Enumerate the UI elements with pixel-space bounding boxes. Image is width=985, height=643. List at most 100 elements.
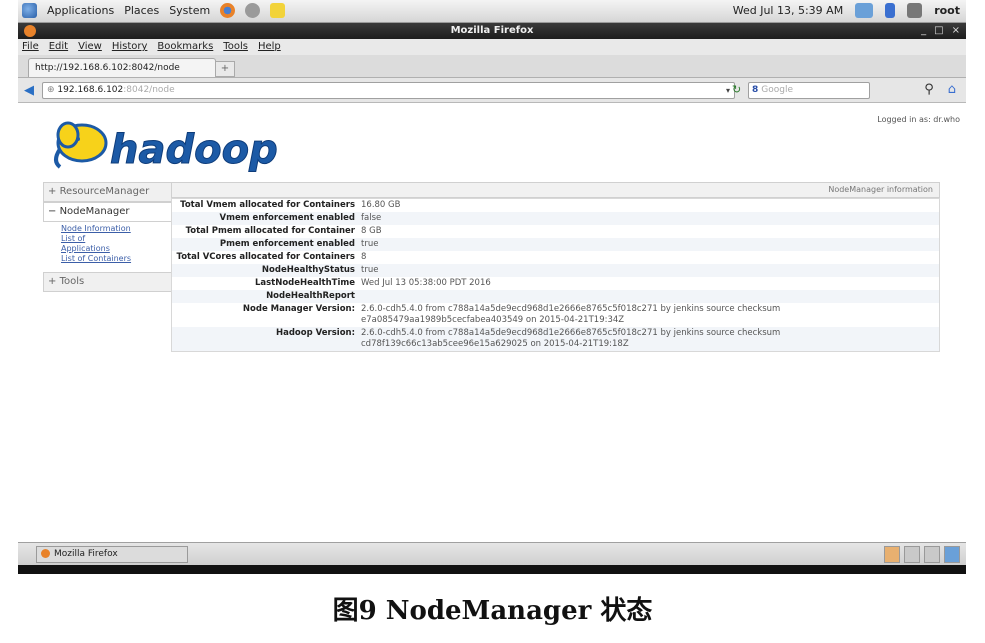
bottom-taskbar: Mozilla Firefox <box>18 542 966 565</box>
search-placeholder: Google <box>761 85 794 95</box>
table-row: NodeHealthReport <box>171 290 940 303</box>
menu-history[interactable]: History <box>112 39 148 55</box>
link-applications[interactable]: Applications <box>61 244 180 254</box>
menu-view[interactable]: View <box>78 39 102 55</box>
window-titlebar[interactable]: Mozilla Firefox _ □ × <box>18 23 966 39</box>
row-value: Wed Jul 13 05:38:00 PDT 2016 <box>361 278 491 288</box>
row-key: LastNodeHealthTime <box>254 278 355 288</box>
row-key: Total Pmem allocated for Container <box>185 226 355 236</box>
trash-icon[interactable] <box>944 546 960 563</box>
logged-in-user: Logged in as: dr.who <box>877 115 960 124</box>
close-icon[interactable]: × <box>952 23 960 39</box>
table-row: Total Vmem allocated for Containers 16.80… <box>171 198 940 212</box>
sidebar-item-tools[interactable]: + Tools <box>43 272 180 292</box>
update-icon[interactable] <box>885 3 896 18</box>
settings-launcher-icon[interactable] <box>245 3 261 18</box>
tray-icon[interactable] <box>884 546 900 563</box>
notes-launcher-icon[interactable] <box>270 3 286 18</box>
info-table: Total Vmem allocated for Containers 16.80… <box>171 198 940 352</box>
sidebar-item-label: ResourceManager <box>59 186 150 197</box>
logo-text: hadoop <box>110 127 278 173</box>
row-value: 8 GB <box>361 226 382 236</box>
row-key: Node Manager Version: <box>242 304 355 314</box>
workspace-1[interactable] <box>904 546 920 563</box>
reload-icon[interactable]: ↻ <box>732 83 741 96</box>
task-label: Mozilla Firefox <box>54 549 118 559</box>
back-arrow-icon[interactable]: ◀ <box>24 83 34 98</box>
panel-title: NodeManager information <box>171 182 940 198</box>
menu-bar: File Edit View History Bookmarks Tools H… <box>18 39 966 55</box>
row-key: NodeHealthyStatus <box>261 265 355 275</box>
row-key: Total Vmem allocated for Containers <box>180 200 355 210</box>
menu-system[interactable]: System <box>169 4 210 17</box>
search-engine-icon[interactable]: 8 <box>749 83 761 98</box>
sidebar: + ResourceManager − NodeManager Node Inf… <box>43 182 180 292</box>
expand-icon: + <box>48 276 60 287</box>
table-row: Total Pmem allocated for Container 8 GB <box>171 225 940 238</box>
link-node-information[interactable]: Node Information <box>61 224 180 234</box>
menu-tools[interactable]: Tools <box>223 39 248 55</box>
menu-applications[interactable]: Applications <box>47 4 114 17</box>
sidebar-item-nodemanager[interactable]: − NodeManager <box>43 202 180 222</box>
page-content: hadoop Logged in as: dr.who + ResourceMa… <box>18 103 966 542</box>
table-row: Hadoop Version: 2.6.0-cdh5.4.0 from c788a… <box>171 327 940 352</box>
nodemanager-links: Node Information List of Applications Li… <box>43 222 180 272</box>
workspace-switcher <box>884 546 960 563</box>
table-row: Pmem enforcement enabled true <box>171 238 940 251</box>
link-list-of-containers[interactable]: List of Containers <box>61 254 180 264</box>
tab-node[interactable]: http://192.168.6.102:8042/node <box>28 58 216 77</box>
menu-places[interactable]: Places <box>124 4 159 17</box>
row-key: NodeHealthReport <box>266 291 355 301</box>
search-box[interactable]: 8 Google <box>748 82 870 99</box>
row-value <box>358 290 940 303</box>
tab-label: http://192.168.6.102:8042/node <box>35 63 180 73</box>
figure-caption: 图9 NodeManager 状态 <box>332 596 653 626</box>
elephant-icon <box>54 121 108 169</box>
menu-edit[interactable]: Edit <box>49 39 68 55</box>
row-key: Pmem enforcement enabled <box>219 239 355 249</box>
sidebar-item-label: NodeManager <box>59 206 130 217</box>
desktop-screen: Applications Places System Wed Jul 13, 5… <box>18 0 966 574</box>
firefox-window-icon[interactable] <box>24 25 36 37</box>
row-value: 16.80 GB <box>361 200 401 210</box>
url-path: :8042/node <box>123 85 175 95</box>
row-value: 2.6.0-cdh5.4.0 from c788a14a5de9ecd968d1… <box>361 328 781 349</box>
row-value: true <box>361 239 379 249</box>
expand-icon: + <box>48 186 60 197</box>
url-bar[interactable]: ⊕ 192.168.6.102:8042/node ▾ <box>42 82 735 99</box>
collapse-icon: − <box>48 206 60 217</box>
row-value: true <box>361 265 379 275</box>
applications-icon[interactable] <box>22 3 37 18</box>
row-value: 8 <box>361 252 367 262</box>
url-host: 192.168.6.102 <box>57 85 124 95</box>
clock[interactable]: Wed Jul 13, 5:39 AM <box>733 4 843 17</box>
menu-bookmarks[interactable]: Bookmarks <box>157 39 213 55</box>
row-key: Total VCores allocated for Containers <box>176 252 355 262</box>
firefox-launcher-icon[interactable] <box>220 3 236 18</box>
home-icon[interactable]: ⌂ <box>948 82 956 97</box>
table-row: Vmem enforcement enabled false <box>171 212 940 225</box>
row-key: Hadoop Version: <box>276 328 355 338</box>
table-row: NodeHealthyStatus true <box>171 264 940 277</box>
menu-file[interactable]: File <box>22 39 39 55</box>
sidebar-item-resourcemanager[interactable]: + ResourceManager <box>43 182 180 202</box>
firefox-task-icon <box>41 549 50 558</box>
minimize-icon[interactable]: _ <box>921 23 926 39</box>
tab-bar: http://192.168.6.102:8042/node + <box>18 55 966 78</box>
menu-help[interactable]: Help <box>258 39 281 55</box>
volume-icon[interactable] <box>907 3 923 18</box>
window-title: Mozilla Firefox <box>450 25 534 36</box>
network-icon[interactable] <box>855 3 874 18</box>
taskbar-firefox-button[interactable]: Mozilla Firefox <box>36 546 188 563</box>
url-dropdown-icon[interactable]: ▾ <box>726 83 730 98</box>
workspace-2[interactable] <box>924 546 940 563</box>
hadoop-logo[interactable]: hadoop <box>48 113 293 179</box>
gnome-top-panel: Applications Places System Wed Jul 13, 5… <box>18 0 966 23</box>
user-name[interactable]: root <box>934 4 960 17</box>
maximize-icon[interactable]: □ <box>934 23 943 39</box>
table-row: Total VCores allocated for Containers 8 <box>171 251 940 264</box>
new-tab-button[interactable]: + <box>215 61 235 77</box>
link-list-of[interactable]: List of <box>61 234 180 244</box>
site-identity-icon[interactable]: ⊕ <box>47 85 57 95</box>
binoculars-icon[interactable]: ⚲ <box>924 82 934 97</box>
